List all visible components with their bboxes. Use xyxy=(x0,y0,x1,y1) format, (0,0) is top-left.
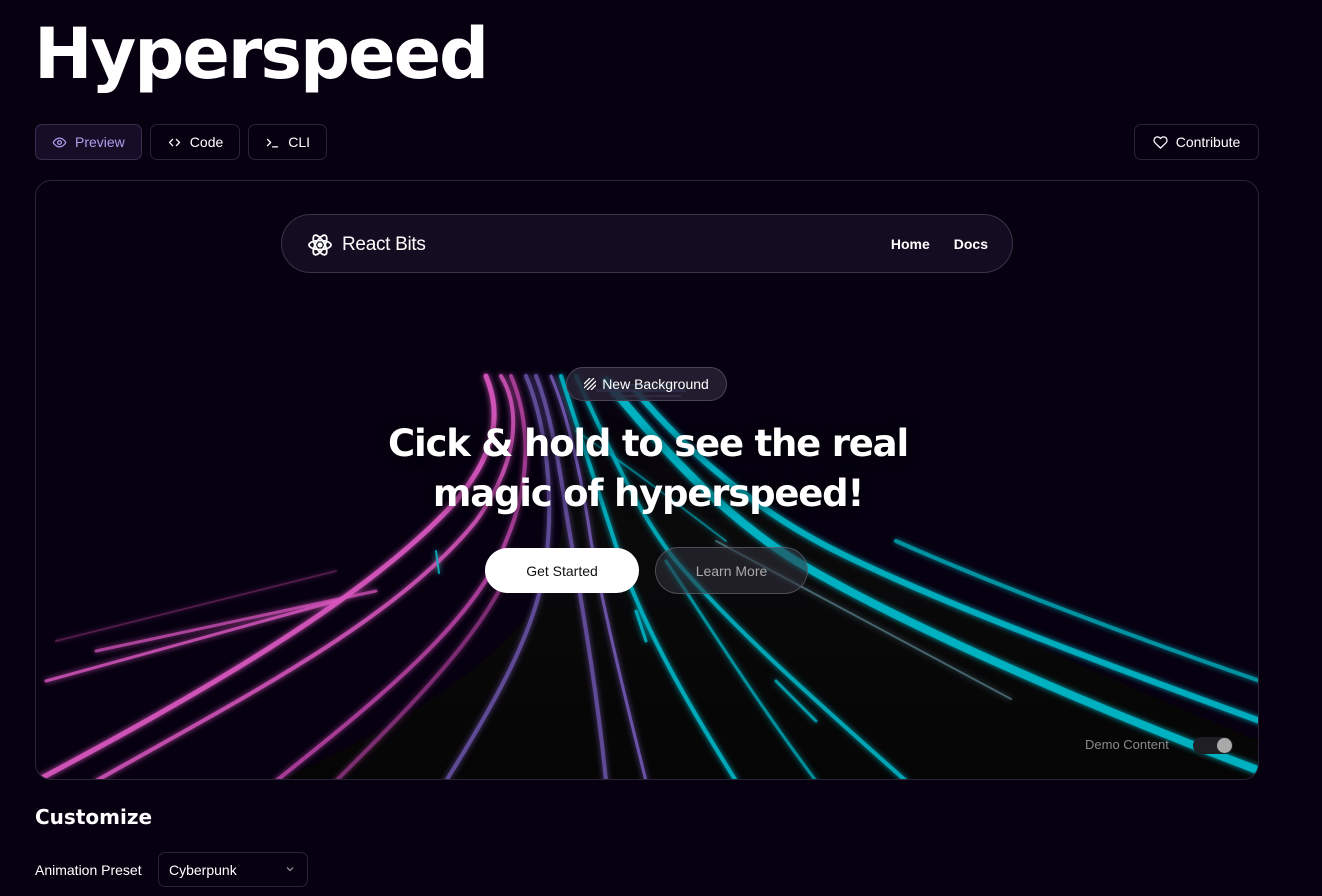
tab-preview-label: Preview xyxy=(75,134,125,150)
badge-label: New Background xyxy=(602,376,709,392)
learn-more-button[interactable]: Learn More xyxy=(655,547,808,594)
brand[interactable]: React Bits xyxy=(306,231,426,259)
chevron-down-icon xyxy=(286,867,294,872)
animation-preset-select[interactable]: Cyberpunk xyxy=(158,852,308,887)
animation-preset-value: Cyberpunk xyxy=(169,861,237,878)
brand-name: React Bits xyxy=(342,234,426,255)
stripes-icon xyxy=(584,378,597,390)
tab-cli-label: CLI xyxy=(288,134,311,150)
demo-content-label: Demo Content xyxy=(1085,737,1169,752)
customize-title: Customize xyxy=(35,805,153,829)
demo-navbar: React Bits Home Docs xyxy=(281,214,1013,273)
tab-code[interactable]: Code xyxy=(149,124,241,160)
headline-line-2: magic of hyperspeed! xyxy=(432,472,864,515)
view-tabs: Preview Code CLI xyxy=(35,124,328,160)
eye-icon xyxy=(52,137,67,147)
nav-link-home[interactable]: Home xyxy=(891,236,930,252)
nav-link-docs[interactable]: Docs xyxy=(954,236,988,252)
code-icon xyxy=(168,138,180,146)
hero-headline: Cick & hold to see the real magic of hyp… xyxy=(36,419,1258,519)
heart-icon xyxy=(1153,135,1168,149)
new-background-badge: New Background xyxy=(566,367,727,401)
tab-preview[interactable]: Preview xyxy=(35,124,142,160)
preview-panel[interactable]: React Bits Home Docs New Background Cick… xyxy=(35,180,1259,780)
nav-links: Home Docs xyxy=(891,236,988,252)
headline-line-1: Cick & hold to see the real xyxy=(388,422,909,465)
atom-logo-icon xyxy=(308,234,332,256)
terminal-icon xyxy=(267,138,279,147)
contribute-label: Contribute xyxy=(1175,134,1241,150)
tab-code-label: Code xyxy=(189,134,224,150)
demo-content-toggle[interactable] xyxy=(1193,737,1233,754)
page-title: Hyperspeed xyxy=(34,13,489,95)
toggle-knob xyxy=(1217,738,1232,753)
contribute-button[interactable]: Contribute xyxy=(1134,124,1259,160)
animation-preset-label: Animation Preset xyxy=(35,862,142,878)
get-started-button[interactable]: Get Started xyxy=(485,548,639,593)
tab-cli[interactable]: CLI xyxy=(248,124,328,160)
